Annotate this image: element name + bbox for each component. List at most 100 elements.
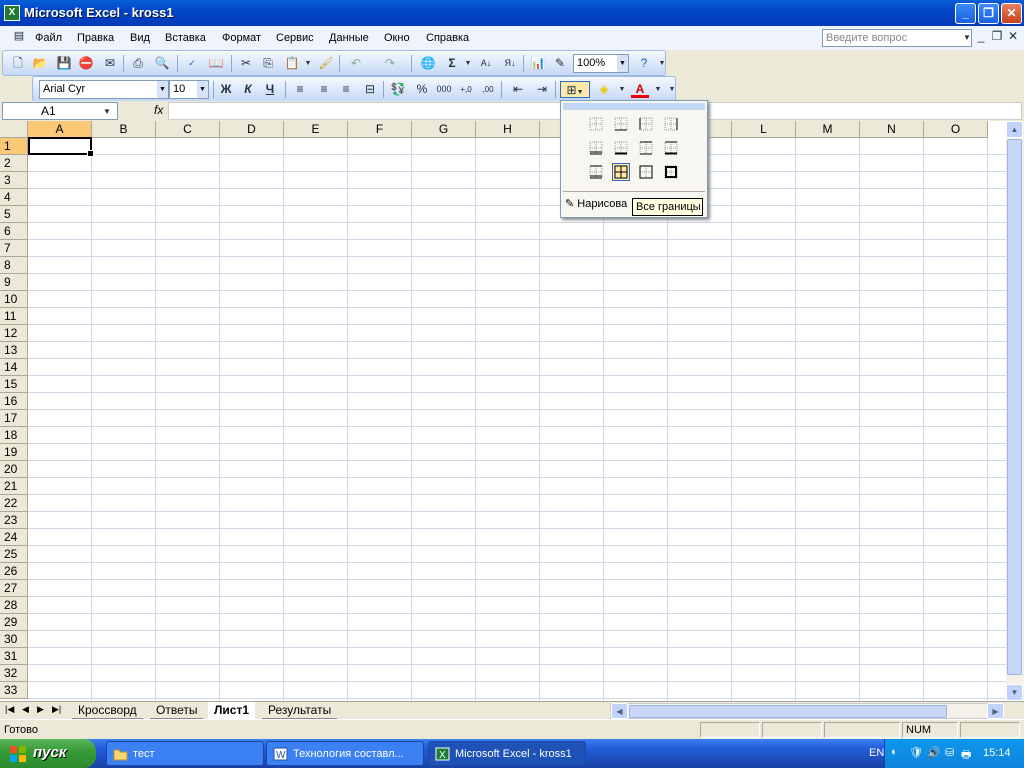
column-header-c[interactable]: C <box>156 121 220 138</box>
no-border-button[interactable] <box>587 115 605 133</box>
percent-button[interactable]: % <box>413 81 431 98</box>
row-header-16[interactable]: 16 <box>0 393 28 410</box>
task-test-folder[interactable]: тест <box>106 741 264 766</box>
row-header-32[interactable]: 32 <box>0 665 28 682</box>
row-header-14[interactable]: 14 <box>0 359 28 376</box>
minimize-button[interactable]: _ <box>955 3 976 24</box>
fill-color-dropdown-icon[interactable]: ▼ <box>613 81 631 98</box>
scroll-up-button[interactable]: ▲ <box>1006 121 1023 138</box>
insert-function-icon[interactable]: fx <box>154 103 163 117</box>
menu-help[interactable]: Справка <box>426 32 469 44</box>
align-right-icon[interactable]: ≡ <box>337 81 355 98</box>
scroll-down-button[interactable]: ▼ <box>1006 684 1023 701</box>
zoom-select[interactable]: 100% ▼ <box>573 54 629 73</box>
column-header-n[interactable]: N <box>860 121 924 138</box>
font-name-dropdown-icon[interactable]: ▼ <box>157 81 168 98</box>
permission-icon[interactable]: ⛔ <box>77 55 95 72</box>
menu-edit[interactable]: Правка <box>77 32 114 44</box>
clock[interactable]: 15:14 <box>983 747 1011 759</box>
toolbar-options-icon[interactable]: ▼ <box>653 55 671 72</box>
zoom-dropdown-icon[interactable]: ▼ <box>617 55 628 72</box>
document-icon[interactable]: ▤ <box>10 28 28 45</box>
column-header-l[interactable]: L <box>732 121 796 138</box>
font-name-select[interactable]: Arial Cyr ▼ <box>39 80 169 99</box>
first-sheet-icon[interactable]: |◀ <box>5 704 14 715</box>
new-icon[interactable]: 🗋 <box>9 55 27 72</box>
draw-borders-item[interactable]: ✎ Нарисова <box>565 197 627 210</box>
row-header-28[interactable]: 28 <box>0 597 28 614</box>
spelling-icon[interactable]: ✓ <box>183 55 201 72</box>
row-header-31[interactable]: 31 <box>0 648 28 665</box>
decrease-decimal-icon[interactable]: ,00 <box>479 81 497 98</box>
task-word-doc[interactable]: W Технология составл... <box>266 741 424 766</box>
excel-icon[interactable]: X <box>4 5 20 21</box>
row-header-1[interactable]: 1 <box>0 138 28 155</box>
column-header-e[interactable]: E <box>284 121 348 138</box>
security-icon[interactable]: 🛡 <box>909 746 923 759</box>
row-header-5[interactable]: 5 <box>0 206 28 223</box>
name-box-dropdown-icon[interactable]: ▼ <box>98 103 116 120</box>
row-header-10[interactable]: 10 <box>0 291 28 308</box>
currency-icon[interactable]: 💱 <box>389 81 407 98</box>
usb-icon[interactable]: ⛁ <box>945 746 954 759</box>
row-header-15[interactable]: 15 <box>0 376 28 393</box>
tab-list1[interactable]: Лист1 <box>208 702 256 719</box>
borders-dropdown-icon[interactable]: ▼ <box>577 89 584 96</box>
research-icon[interactable]: 📖 <box>207 55 225 72</box>
thick-box-border-button[interactable] <box>662 163 680 181</box>
print-preview-icon[interactable]: 🔍 <box>153 55 171 72</box>
bold-button[interactable]: Ж <box>217 81 235 98</box>
autosum-dropdown-icon[interactable]: ▼ <box>459 55 477 72</box>
open-icon[interactable]: 📂 <box>31 55 49 72</box>
doc-close-button[interactable]: ✕ <box>1004 28 1022 45</box>
row-header-27[interactable]: 27 <box>0 580 28 597</box>
merge-center-icon[interactable]: ⊟ <box>361 81 379 98</box>
thick-bottom-border-button[interactable] <box>612 139 630 157</box>
bottom-border-button[interactable] <box>612 115 630 133</box>
save-icon[interactable]: 💾 <box>55 55 73 72</box>
network-icon[interactable]: ◐ <box>891 746 898 758</box>
row-header-11[interactable]: 11 <box>0 308 28 325</box>
row-header-24[interactable]: 24 <box>0 529 28 546</box>
outside-borders-button[interactable] <box>637 163 655 181</box>
underline-button[interactable]: Ч <box>261 81 279 98</box>
hyperlink-icon[interactable]: 🌐 <box>419 55 437 72</box>
font-size-select[interactable]: 10 ▼ <box>169 80 209 99</box>
decrease-indent-icon[interactable]: ⇤ <box>509 81 527 98</box>
menu-tools[interactable]: Сервис <box>276 32 314 44</box>
horizontal-scroll-thumb[interactable] <box>629 705 947 718</box>
row-header-9[interactable]: 9 <box>0 274 28 291</box>
row-header-29[interactable]: 29 <box>0 614 28 631</box>
sort-descending-icon[interactable]: Я↓ <box>501 55 519 72</box>
horizontal-scrollbar[interactable]: ◀ ▶ <box>610 703 1004 719</box>
right-border-button[interactable] <box>662 115 680 133</box>
copy-icon[interactable]: ⎘ <box>259 55 277 72</box>
task-excel[interactable]: X Microsoft Excel - kross1 <box>428 741 586 766</box>
cut-icon[interactable]: ✂ <box>237 55 255 72</box>
font-color-icon[interactable]: A <box>631 81 649 98</box>
menu-file[interactable]: Файл <box>35 32 62 44</box>
printer-icon[interactable]: 🖶 <box>961 746 971 765</box>
left-border-button[interactable] <box>637 115 655 133</box>
menu-insert[interactable]: Вставка <box>165 32 206 44</box>
column-header-d[interactable]: D <box>220 121 284 138</box>
top-bottom-border-button[interactable] <box>637 139 655 157</box>
column-header-f[interactable]: F <box>348 121 412 138</box>
row-header-19[interactable]: 19 <box>0 444 28 461</box>
row-header-18[interactable]: 18 <box>0 427 28 444</box>
column-header-o[interactable]: O <box>924 121 988 138</box>
close-button[interactable]: ✕ <box>1001 3 1022 24</box>
language-indicator[interactable]: EN <box>869 747 884 759</box>
row-header-21[interactable]: 21 <box>0 478 28 495</box>
dropdown-drag-handle[interactable] <box>563 103 705 110</box>
row-header-7[interactable]: 7 <box>0 240 28 257</box>
all-borders-button[interactable] <box>612 163 630 181</box>
last-sheet-icon[interactable]: ▶| <box>52 704 61 715</box>
column-header-b[interactable]: B <box>92 121 156 138</box>
row-header-20[interactable]: 20 <box>0 461 28 478</box>
scroll-right-button[interactable]: ▶ <box>987 703 1004 719</box>
bottom-double-border-button[interactable] <box>587 139 605 157</box>
prev-sheet-icon[interactable]: ◀ <box>22 704 29 715</box>
column-header-a[interactable]: A <box>28 121 92 138</box>
top-double-bottom-border-button[interactable] <box>587 163 605 181</box>
